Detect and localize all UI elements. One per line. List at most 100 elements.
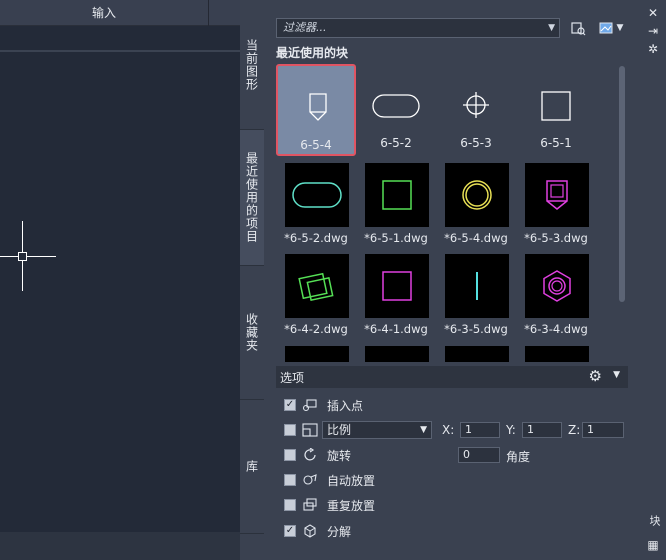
auto-place-icon	[301, 472, 319, 488]
block-label: 6-5-1	[540, 136, 572, 150]
option-insert-point[interactable]: ✓ 插入点	[284, 396, 363, 414]
canvas-edge-line	[0, 50, 246, 52]
angle-input[interactable]: 0	[458, 447, 500, 463]
thumbnails-scrollbar[interactable]	[619, 66, 625, 302]
auto-place-label: 自动放置	[327, 473, 376, 488]
insert-point-checkbox[interactable]: ✓	[284, 399, 296, 411]
option-explode[interactable]: ✓ 分解	[284, 522, 351, 540]
tab-label: 库	[244, 460, 259, 473]
tab-label: 当前图形	[244, 38, 259, 91]
options-title: 选项	[280, 371, 305, 385]
blocks-palette-icon[interactable]: ▦	[645, 538, 661, 552]
palette-title-strip: ✕ ⇥ ✲ 块 ▦	[640, 0, 666, 560]
scale-checkbox[interactable]	[284, 424, 296, 436]
palette-title: 块	[648, 515, 661, 526]
palette-side-tabs: 当前图形 最近使用的项目 收藏夹 库	[240, 0, 264, 560]
browse-icon[interactable]	[566, 18, 590, 38]
thumbnail-partial[interactable]	[365, 346, 429, 362]
scale-mode-value: 比例	[327, 423, 352, 437]
tab-favorites[interactable]: 收藏夹	[240, 266, 264, 400]
repeat-place-icon	[301, 497, 319, 513]
chevron-down-icon[interactable]: ▼	[548, 19, 555, 37]
auto-hide-icon[interactable]: ⇥	[645, 24, 661, 38]
recent-block-item[interactable]: 6-5-2	[356, 64, 436, 156]
thumbnail-label: *6-3-4.dwg	[524, 322, 588, 336]
insert-point-icon	[301, 397, 319, 413]
drawing-thumbnail[interactable]: *6-5-2.dwg	[276, 163, 356, 253]
insert-point-label: 插入点	[327, 398, 364, 413]
explode-checkbox[interactable]: ✓	[284, 525, 296, 537]
scale-z-label: Z:	[568, 423, 581, 437]
gear-icon[interactable]: ⚙	[589, 367, 602, 385]
recent-block-item[interactable]: 6-5-1	[516, 64, 596, 156]
scale-x-input[interactable]: 1	[460, 422, 500, 438]
options-header[interactable]: 选项 ⚙ ▼	[276, 366, 628, 388]
thumbnail-preview	[365, 254, 429, 318]
recent-blocks-title: 最近使用的块	[276, 46, 349, 60]
crosshair-horizontal	[0, 256, 56, 257]
drawing-thumbnail[interactable]: *6-4-2.dwg	[276, 254, 356, 344]
block-label: 6-5-4	[300, 138, 332, 152]
rotate-checkbox[interactable]	[284, 449, 296, 461]
repeat-place-label: 重复放置	[327, 498, 376, 513]
block-preview-crosshair-circle	[463, 92, 489, 118]
tab-current-drawing[interactable]: 当前图形	[240, 0, 264, 130]
canvas-bottom-bar	[0, 532, 246, 560]
block-label: 6-5-3	[460, 136, 492, 150]
rotate-icon	[301, 447, 319, 463]
filter-input[interactable]: 过滤器... ▼	[276, 18, 560, 38]
palette-content: 过滤器... ▼ ▼ 最近使用的块 6-5-4 6-5-2 6-5-3 6-5-…	[266, 8, 638, 558]
angle-label: 角度	[506, 450, 531, 464]
recent-block-item[interactable]: 6-5-4	[276, 64, 356, 156]
drawing-thumbnail[interactable]: *6-5-1.dwg	[356, 163, 436, 253]
block-preview-tag	[309, 93, 327, 121]
filter-placeholder: 过滤器...	[283, 21, 327, 34]
thumbnail-preview	[285, 254, 349, 318]
drawing-thumbnail[interactable]: *6-3-4.dwg	[516, 254, 596, 344]
thumbnail-label: *6-5-3.dwg	[524, 231, 588, 245]
thumbnail-partial[interactable]	[445, 346, 509, 362]
repeat-place-checkbox[interactable]	[284, 499, 296, 511]
thumbnail-preview	[445, 163, 509, 227]
thumbnail-preview	[525, 163, 589, 227]
drawing-canvas[interactable]	[0, 26, 246, 560]
option-rotate[interactable]: 旋转	[284, 446, 351, 464]
scale-y-input[interactable]: 1	[522, 422, 562, 438]
scale-icon	[301, 422, 319, 438]
thumbnail-preview	[445, 254, 509, 318]
recent-block-item[interactable]: 6-5-3	[436, 64, 516, 156]
thumbnail-label: *6-4-1.dwg	[364, 322, 428, 336]
scale-mode-select[interactable]: 比例 ▼	[322, 421, 432, 439]
scale-x-label: X:	[442, 423, 455, 437]
ribbon-separator	[208, 0, 209, 26]
chevron-down-icon[interactable]: ▼	[613, 370, 620, 380]
properties-icon[interactable]: ✲	[645, 42, 661, 56]
scale-z-input[interactable]: 1	[582, 422, 624, 438]
drawing-thumbnail[interactable]: *6-5-3.dwg	[516, 163, 596, 253]
drawing-thumbnail[interactable]: *6-5-4.dwg	[436, 163, 516, 253]
drawing-thumbnail[interactable]: *6-4-1.dwg	[356, 254, 436, 344]
tab-label: 最近使用的项目	[244, 152, 259, 243]
thumbnail-partial[interactable]	[525, 346, 589, 362]
block-preview-oval	[372, 94, 420, 118]
option-repeat-place[interactable]: 重复放置	[284, 496, 375, 514]
thumbnail-partial[interactable]	[285, 346, 349, 362]
thumbnail-label: *6-4-2.dwg	[284, 322, 348, 336]
tab-library[interactable]: 库	[240, 400, 264, 534]
option-scale[interactable]	[284, 421, 319, 439]
tab-recent[interactable]: 最近使用的项目	[240, 130, 264, 266]
view-mode-icon[interactable]: ▼	[594, 18, 628, 38]
tab-label: 收藏夹	[244, 313, 259, 352]
explode-label: 分解	[327, 524, 352, 539]
explode-icon	[301, 523, 319, 539]
close-icon[interactable]: ✕	[645, 6, 661, 20]
block-label: 6-5-2	[380, 136, 412, 150]
ribbon-tab-input[interactable]: 输入	[0, 0, 208, 26]
ribbon-strip: 输入	[0, 0, 260, 26]
drawing-thumbnail[interactable]: *6-3-5.dwg	[436, 254, 516, 344]
option-auto-place[interactable]: 自动放置	[284, 471, 375, 489]
auto-place-checkbox[interactable]	[284, 474, 296, 486]
chevron-down-icon: ▼	[420, 425, 427, 435]
thumbnail-label: *6-5-2.dwg	[284, 231, 348, 245]
rotate-label: 旋转	[327, 448, 352, 463]
